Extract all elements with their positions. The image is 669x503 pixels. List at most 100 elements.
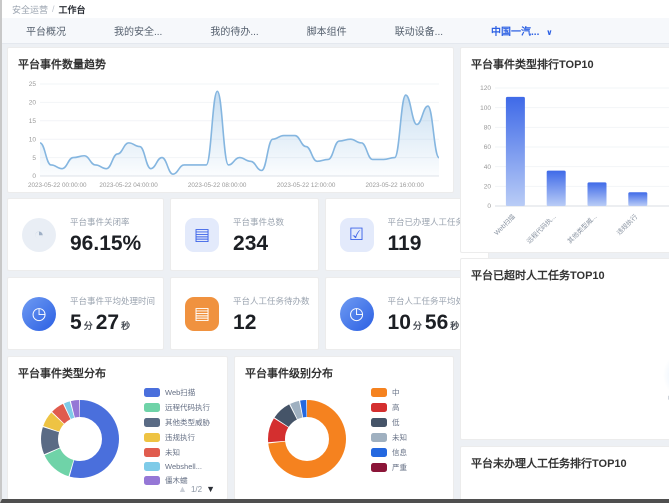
legend-swatch bbox=[371, 463, 387, 472]
legend-label: Webshell... bbox=[165, 462, 202, 471]
card-title-event-trend: 平台事件数量趋势 bbox=[8, 48, 453, 76]
legend-item[interactable]: 信息 bbox=[371, 447, 407, 458]
tab-script-components[interactable]: 脚本组件 bbox=[307, 23, 347, 38]
chevron-down-icon[interactable]: ∨ bbox=[546, 28, 553, 37]
kpi-value: 5分27秒 bbox=[70, 312, 155, 333]
legend-swatch bbox=[144, 448, 160, 457]
legend-swatch bbox=[144, 462, 160, 471]
legend-pager: ▲ 1/2 ▼ bbox=[178, 484, 215, 494]
legend-item[interactable]: 高 bbox=[371, 402, 407, 413]
kpi-number: 5 bbox=[70, 311, 82, 334]
tab-platform-overview[interactable]: 平台概况 bbox=[26, 23, 66, 38]
legend-item[interactable]: 其他类型威胁 bbox=[144, 417, 210, 428]
svg-text:10: 10 bbox=[29, 136, 37, 143]
legend-swatch bbox=[371, 418, 387, 427]
legend-item[interactable]: Web扫描 bbox=[144, 387, 210, 398]
legend-label: 低 bbox=[392, 417, 400, 428]
legend-item[interactable]: 严重 bbox=[371, 462, 407, 473]
svg-text:2023-05-22 12:00:00: 2023-05-22 12:00:00 bbox=[277, 182, 336, 189]
kpi-card-event-close-rate: 平台事件关闭率 96.15% bbox=[7, 198, 164, 271]
svg-text:60: 60 bbox=[484, 144, 492, 151]
legend-item[interactable]: 远程代码执行 bbox=[144, 402, 210, 413]
event-level-legend: 中高低未知信息严重 bbox=[371, 387, 407, 473]
svg-text:20: 20 bbox=[484, 184, 492, 191]
legend-swatch bbox=[144, 418, 160, 427]
event-type-legend: Web扫描远程代码执行其他类型威胁违规执行未知Webshell...僵木蠕 bbox=[144, 387, 210, 486]
kpi-value: 12 bbox=[233, 312, 310, 333]
breadcrumb-current: 工作台 bbox=[59, 3, 86, 16]
legend-label: 高 bbox=[392, 402, 400, 413]
card-title-type-distribution: 平台事件类型分布 bbox=[8, 357, 227, 385]
legend-label: 其他类型威胁 bbox=[165, 417, 210, 428]
tab-my-security[interactable]: 我的安全... bbox=[114, 23, 162, 38]
kpi-card-pending-tasks: 平台人工任务待办数 12 bbox=[170, 277, 319, 350]
legend-item[interactable]: 中 bbox=[371, 387, 407, 398]
card-event-trend: 平台事件数量趋势 0 5 10 15 20 25 2023-05-22 00:00:00 20… bbox=[7, 47, 454, 193]
tab-linked-devices[interactable]: 联动设备... bbox=[395, 23, 443, 38]
svg-text:2023-05-22 16:00:00: 2023-05-22 16:00:00 bbox=[365, 182, 424, 189]
tab-bar: 平台概况 我的安全... 我的待办... 脚本组件 联动设备... 中国一汽..… bbox=[2, 18, 669, 44]
legend-item[interactable]: 未知 bbox=[144, 447, 210, 458]
gauge-icon bbox=[22, 218, 56, 252]
card-title-overdue-tasks: 平台已超时人工任务TOP10 bbox=[461, 259, 669, 287]
legend-swatch bbox=[371, 448, 387, 457]
card-title-level-distribution: 平台事件级别分布 bbox=[235, 357, 453, 385]
event-level-donut-chart bbox=[257, 389, 357, 489]
tab-china-faw-label: 中国一汽... bbox=[491, 27, 539, 38]
breadcrumb-section[interactable]: 安全运营 bbox=[12, 3, 48, 16]
svg-text:Web扫描: Web扫描 bbox=[492, 212, 517, 237]
legend-swatch bbox=[371, 433, 387, 442]
svg-text:远程代码执...: 远程代码执... bbox=[524, 212, 557, 245]
legend-label: 远程代码执行 bbox=[165, 402, 210, 413]
svg-text:25: 25 bbox=[29, 81, 37, 88]
legend-label: 中 bbox=[392, 387, 400, 398]
clock-icon bbox=[340, 297, 374, 331]
kpi-number: 56 bbox=[425, 311, 448, 334]
kpi-label: 平台人工任务待办数 bbox=[233, 295, 310, 307]
svg-text:违规执行: 违规执行 bbox=[614, 212, 639, 237]
legend-page-indicator: 1/2 bbox=[191, 485, 202, 494]
tab-china-faw[interactable]: 中国一汽... ∨ bbox=[491, 23, 553, 38]
clock-icon bbox=[22, 297, 56, 331]
task-check-icon bbox=[340, 218, 374, 252]
kpi-number: 119 bbox=[388, 232, 422, 255]
svg-text:80: 80 bbox=[484, 125, 492, 132]
svg-text:0: 0 bbox=[32, 173, 36, 180]
legend-page-down-icon[interactable]: ▼ bbox=[206, 484, 215, 494]
legend-label: Web扫描 bbox=[165, 387, 195, 398]
kpi-grid: 平台事件关闭率 96.15% 平台事件总数 234 平台已办理人工任务数 119… bbox=[7, 198, 454, 350]
legend-swatch bbox=[371, 388, 387, 397]
svg-text:2023-05-22 00:00:00: 2023-05-22 00:00:00 bbox=[28, 182, 87, 189]
event-type-bar-chart: 020406080100120Web扫描远程代码执...其他类型威...违规执行 bbox=[461, 76, 669, 251]
svg-text:100: 100 bbox=[480, 105, 491, 112]
card-title-type-ranking: 平台事件类型排行TOP10 bbox=[461, 48, 669, 76]
kpi-label: 平台事件平均处理时间 bbox=[70, 295, 155, 307]
svg-text:2023-05-22 04:00:00: 2023-05-22 04:00:00 bbox=[99, 182, 158, 189]
kpi-number: 10 bbox=[388, 311, 411, 334]
svg-text:15: 15 bbox=[29, 118, 37, 125]
legend-item[interactable]: 低 bbox=[371, 417, 407, 428]
svg-text:5: 5 bbox=[32, 155, 36, 162]
tab-my-todo[interactable]: 我的待办... bbox=[210, 23, 258, 38]
breadcrumb-separator: / bbox=[52, 4, 55, 14]
legend-swatch bbox=[144, 403, 160, 412]
legend-item[interactable]: 未知 bbox=[371, 432, 407, 443]
legend-page-up-icon[interactable]: ▲ bbox=[178, 484, 187, 494]
svg-text:其他类型威...: 其他类型威... bbox=[565, 212, 598, 245]
kpi-number: 234 bbox=[233, 232, 268, 255]
kpi-card-event-total: 平台事件总数 234 bbox=[170, 198, 319, 271]
kpi-unit: 秒 bbox=[450, 321, 459, 331]
svg-text:0: 0 bbox=[487, 203, 491, 210]
card-event-type-distribution: 平台事件类型分布 Web扫描远程代码执行其他类型威胁违规执行未知 Webshell… bbox=[7, 356, 228, 500]
svg-text:20: 20 bbox=[29, 100, 37, 107]
legend-swatch bbox=[144, 433, 160, 442]
breadcrumb: 安全运营 / 工作台 bbox=[2, 0, 669, 18]
legend-label: 未知 bbox=[392, 432, 407, 443]
kpi-number: 12 bbox=[233, 311, 256, 334]
legend-item[interactable]: 违规执行 bbox=[144, 432, 210, 443]
card-unhandled-tasks-ranking: 平台未办理人工任务排行TOP10 bbox=[460, 446, 669, 503]
pending-doc-icon bbox=[185, 297, 219, 331]
legend-item[interactable]: Webshell... bbox=[144, 462, 210, 471]
kpi-unit: 分 bbox=[84, 321, 93, 331]
legend-swatch bbox=[371, 403, 387, 412]
